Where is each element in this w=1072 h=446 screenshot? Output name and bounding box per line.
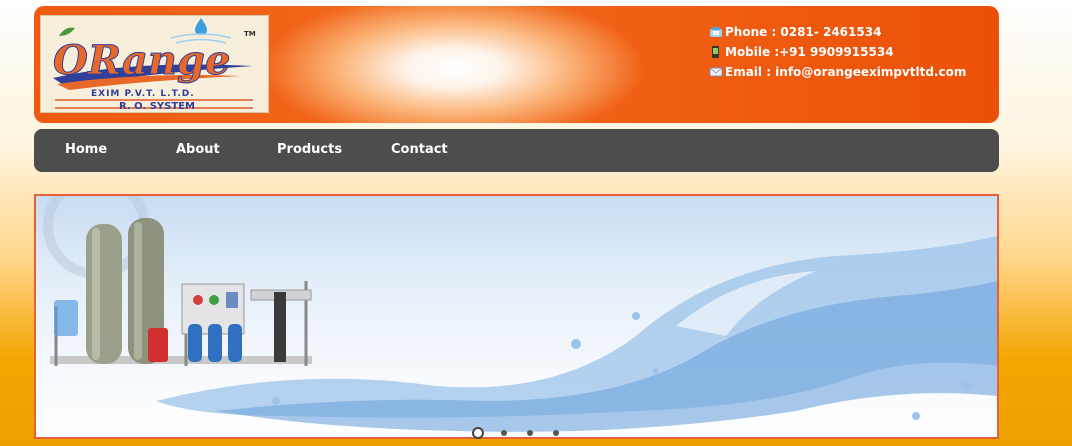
nav-home[interactable]: Home [65,142,107,157]
nav-contact[interactable]: Contact [391,142,448,157]
contact-email: Email : info@orangeeximpvtltd.com [709,62,966,82]
slide-dot-1[interactable] [472,427,484,439]
logo-brand: ORange [53,37,230,84]
logo-graphic: ORange TM EXIM P.V.T. L.T.D. R. O. SYSTE… [53,18,256,112]
slide-dot-2[interactable] [501,430,507,436]
phone-icon [709,26,723,38]
slider-pagination [472,427,572,439]
logo-product: R. O. SYSTEM [119,101,195,112]
slide-image [43,196,997,432]
slide-dot-3[interactable] [527,430,533,436]
site-header: ORange TM EXIM P.V.T. L.T.D. R. O. SYSTE… [34,6,999,123]
contact-phone: Phone : 0281- 2461534 [709,22,966,42]
main-nav: Home About Products Contact [34,129,999,172]
email-text[interactable]: Email : info@orangeeximpvtltd.com [725,65,966,79]
mobile-text: Mobile :+91 9909915534 [725,45,894,59]
banner-slider[interactable] [34,194,999,439]
slide-dot-4[interactable] [553,430,559,436]
nav-about[interactable]: About [176,142,220,157]
logo-tm: TM [244,30,256,38]
email-icon [709,66,723,78]
company-logo[interactable]: ORange TM EXIM P.V.T. L.T.D. R. O. SYSTE… [40,15,269,113]
logo-company: EXIM P.V.T. L.T.D. [91,89,195,99]
nav-products[interactable]: Products [277,142,342,157]
contact-mobile: Mobile :+91 9909915534 [709,42,966,62]
mobile-icon [709,46,723,58]
phone-text: Phone : 0281- 2461534 [725,25,882,39]
contact-info: Phone : 0281- 2461534 Mobile :+91 990991… [709,22,966,82]
